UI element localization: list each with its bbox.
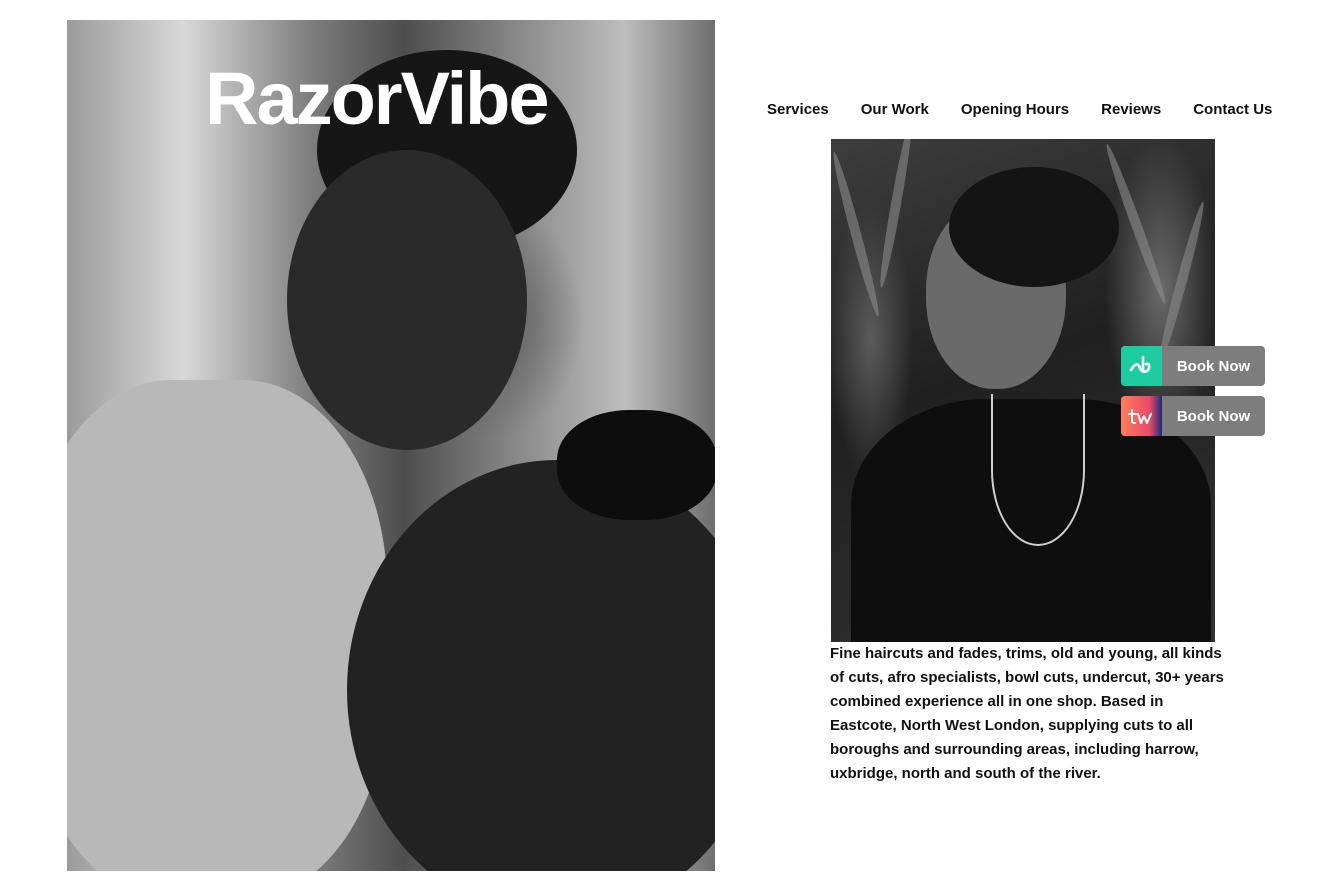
portrait-chain-shape (991, 394, 1085, 546)
portrait-hair-shape (949, 167, 1119, 287)
hero-client-hair-shape (347, 460, 715, 871)
nav-item-contact-us[interactable]: Contact Us (1193, 101, 1272, 119)
booksy-book-now-button[interactable]: Book Now (1121, 346, 1265, 386)
nav-item-reviews[interactable]: Reviews (1101, 101, 1161, 119)
treatwell-logo-icon-svg (1127, 409, 1152, 424)
main-nav: Services Our Work Opening Hours Reviews … (767, 101, 1272, 119)
treatwell-logo-icon (1121, 396, 1162, 436)
brand-logo-text[interactable]: RazorVibe (205, 62, 550, 136)
portrait-image (831, 139, 1215, 642)
booksy-logo-icon-svg (1129, 355, 1151, 374)
nav-item-services[interactable]: Services (767, 101, 829, 119)
nav-item-opening-hours[interactable]: Opening Hours (961, 101, 1069, 119)
nav-item-our-work[interactable]: Our Work (861, 101, 929, 119)
hero-glove-shape (557, 410, 715, 520)
about-description: Fine haircuts and fades, trims, old and … (830, 645, 1224, 782)
portrait-leaf-shape (876, 139, 916, 289)
booksy-logo-icon (1121, 346, 1162, 386)
hero-sweater-shape (67, 380, 387, 871)
hero-head-shape (287, 150, 527, 450)
treatwell-book-now-label: Book Now (1176, 407, 1251, 425)
portrait-leaf-shape (831, 150, 883, 318)
treatwell-book-now-button[interactable]: Book Now (1121, 396, 1265, 436)
portrait-leaf-shape (1154, 200, 1208, 368)
booksy-book-now-label: Book Now (1176, 357, 1251, 375)
hero-barber-image (67, 20, 715, 871)
